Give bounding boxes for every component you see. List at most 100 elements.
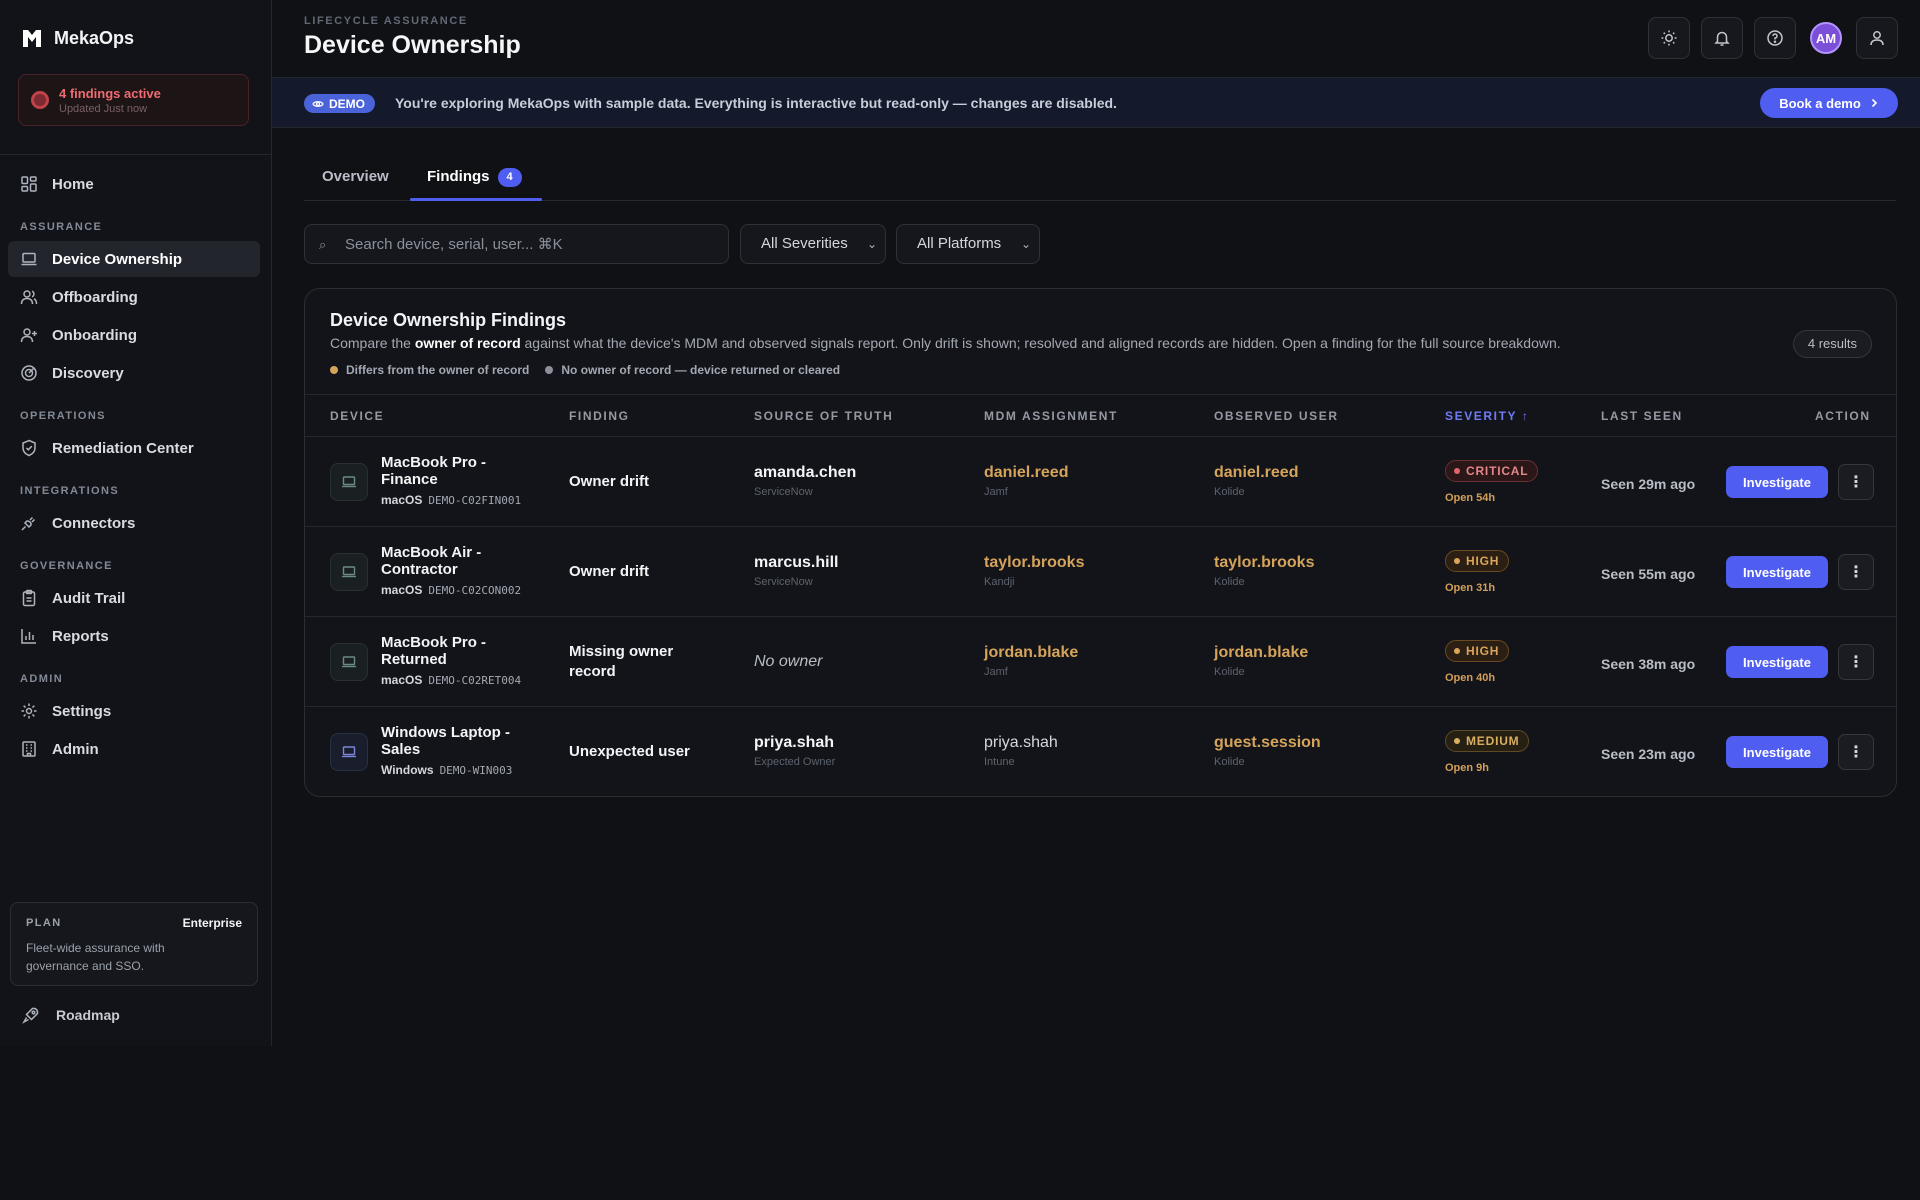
sidebar-item-home[interactable]: Home <box>8 166 260 202</box>
more-vertical-icon: ⋮ <box>1848 654 1864 671</box>
column-severity-sorted[interactable]: SEVERITY ↑ <box>1445 409 1529 423</box>
findings-panel: Device Ownership Findings Compare the ow… <box>304 288 1897 797</box>
table-row[interactable]: MacBook Pro - Finance macOS DEMO-C02FIN00… <box>305 437 1896 527</box>
observed-user: daniel.reed <box>1214 464 1299 481</box>
sidebar-item-label: Admin <box>52 740 99 758</box>
bar-chart-icon <box>20 627 38 645</box>
severity-badge: CRITICAL <box>1445 460 1539 482</box>
sidebar-item-audit-trail[interactable]: Audit Trail <box>8 580 260 616</box>
search-icon: ⌕ <box>319 237 327 252</box>
mdm-user: jordan.blake <box>984 644 1079 661</box>
column-observed-user[interactable]: OBSERVED USER <box>1214 409 1339 423</box>
sidebar-item-label: Onboarding <box>52 326 137 344</box>
investigate-button[interactable]: Investigate <box>1726 556 1828 588</box>
severity-dot <box>1454 648 1460 654</box>
help-button[interactable] <box>1754 17 1796 59</box>
sidebar-item-settings[interactable]: Settings <box>8 693 260 729</box>
sidebar-item-label: Audit Trail <box>52 589 126 607</box>
table-row[interactable]: Windows Laptop - Sales Windows DEMO-WIN00… <box>305 707 1896 796</box>
section-integrations: INTEGRATIONS <box>20 485 120 497</box>
mdm-user: daniel.reed <box>984 464 1069 481</box>
book-demo-button[interactable]: Book a demo <box>1760 88 1898 118</box>
platform-select[interactable]: All Platforms ⌄ <box>896 224 1040 264</box>
grid-icon <box>20 175 38 193</box>
investigate-button[interactable]: Investigate <box>1726 646 1828 678</box>
search-input[interactable] <box>345 225 715 263</box>
section-operations: OPERATIONS <box>20 410 106 422</box>
finding-type: Owner drift <box>569 563 650 580</box>
avatar[interactable]: AM <box>1810 22 1842 54</box>
legend: Differs from the owner of record No owne… <box>330 363 840 377</box>
brand[interactable]: MekaOps <box>20 26 134 50</box>
severity-badge: MEDIUM <box>1445 730 1530 752</box>
plan-card: PLAN Enterprise Fleet-wide assurance wit… <box>10 902 258 986</box>
more-options-button[interactable]: ⋮ <box>1838 644 1874 680</box>
device-name[interactable]: MacBook Pro - Finance <box>381 454 521 488</box>
more-options-button[interactable]: ⋮ <box>1838 464 1874 500</box>
sidebar-item-remediation-center[interactable]: Remediation Center <box>8 430 260 466</box>
column-action: ACTION <box>1815 409 1871 423</box>
sidebar-item-label: Offboarding <box>52 288 138 306</box>
source-system: Expected Owner <box>754 756 836 768</box>
more-options-button[interactable]: ⋮ <box>1838 554 1874 590</box>
last-seen: Seen 38m ago <box>1601 656 1696 672</box>
tab-findings[interactable]: Findings 4 <box>427 168 522 187</box>
investigate-button[interactable]: Investigate <box>1726 736 1828 768</box>
eye-icon <box>312 100 324 107</box>
open-duration: Open 54h <box>1445 492 1496 504</box>
laptop-icon <box>330 643 368 681</box>
account-button[interactable] <box>1856 17 1898 59</box>
device-name[interactable]: MacBook Air - Contractor <box>381 544 521 578</box>
severity-select-value: All Severities <box>761 235 848 252</box>
notifications-button[interactable] <box>1701 17 1743 59</box>
severity-dot <box>1454 468 1460 474</box>
sidebar-item-device-ownership[interactable]: Device Ownership <box>8 241 260 277</box>
table-row[interactable]: MacBook Air - Contractor macOS DEMO-C02CO… <box>305 527 1896 617</box>
source-user: marcus.hill <box>754 554 839 571</box>
table-row[interactable]: MacBook Pro - Returned macOS DEMO-C02RET0… <box>305 617 1896 707</box>
active-tab-indicator <box>410 198 542 201</box>
column-last-seen[interactable]: LAST SEEN <box>1601 409 1683 423</box>
column-finding[interactable]: FINDING <box>569 409 630 423</box>
mdm-system: Jamf <box>984 666 1008 678</box>
device-name[interactable]: MacBook Pro - Returned <box>381 634 521 668</box>
laptop-icon <box>20 250 38 268</box>
section-assurance: ASSURANCE <box>20 221 103 233</box>
roadmap-label: Roadmap <box>56 1007 120 1023</box>
tab-overview[interactable]: Overview <box>322 168 389 185</box>
sidebar-item-onboarding[interactable]: Onboarding <box>8 317 260 353</box>
device-meta: macOS DEMO-C02RET004 <box>381 673 522 687</box>
table-header: DEVICE FINDING SOURCE OF TRUTH MDM ASSIG… <box>305 394 1896 437</box>
observed-system: Kolide <box>1214 576 1245 588</box>
help-icon <box>1767 30 1783 46</box>
laptop-icon <box>330 553 368 591</box>
column-mdm-assignment[interactable]: MDM ASSIGNMENT <box>984 409 1118 423</box>
device-meta: macOS DEMO-C02CON002 <box>381 583 522 597</box>
page-eyebrow: LIFECYCLE ASSURANCE <box>304 15 468 27</box>
column-device[interactable]: DEVICE <box>330 409 384 423</box>
sidebar-item-admin[interactable]: Admin <box>8 731 260 767</box>
sidebar-item-connectors[interactable]: Connectors <box>8 505 260 541</box>
sidebar-item-label: Device Ownership <box>52 250 183 268</box>
source-user: No owner <box>754 653 823 670</box>
more-vertical-icon: ⋮ <box>1848 564 1864 581</box>
last-seen: Seen 29m ago <box>1601 476 1696 492</box>
observed-system: Kolide <box>1214 756 1245 768</box>
investigate-button[interactable]: Investigate <box>1726 466 1828 498</box>
more-options-button[interactable]: ⋮ <box>1838 734 1874 770</box>
severity-dot <box>1454 738 1460 744</box>
sidebar-item-reports[interactable]: Reports <box>8 618 260 654</box>
device-name[interactable]: Windows Laptop - Sales <box>381 724 521 758</box>
alert-status-icon <box>31 91 49 109</box>
roadmap-link[interactable]: Roadmap <box>22 1006 120 1024</box>
findings-alert-card[interactable]: 4 findings active Updated Just now <box>18 74 249 126</box>
sidebar-item-discovery[interactable]: Discovery <box>8 355 260 391</box>
theme-toggle-button[interactable] <box>1648 17 1690 59</box>
sidebar-item-offboarding[interactable]: Offboarding <box>8 279 260 315</box>
legend-dot <box>545 366 554 374</box>
mekaops-logo-icon <box>23 30 41 47</box>
column-source-of-truth[interactable]: SOURCE OF TRUTH <box>754 409 893 423</box>
source-user: amanda.chen <box>754 464 857 481</box>
sidebar-item-label: Settings <box>52 702 112 720</box>
severity-select[interactable]: All Severities ⌄ <box>740 224 886 264</box>
